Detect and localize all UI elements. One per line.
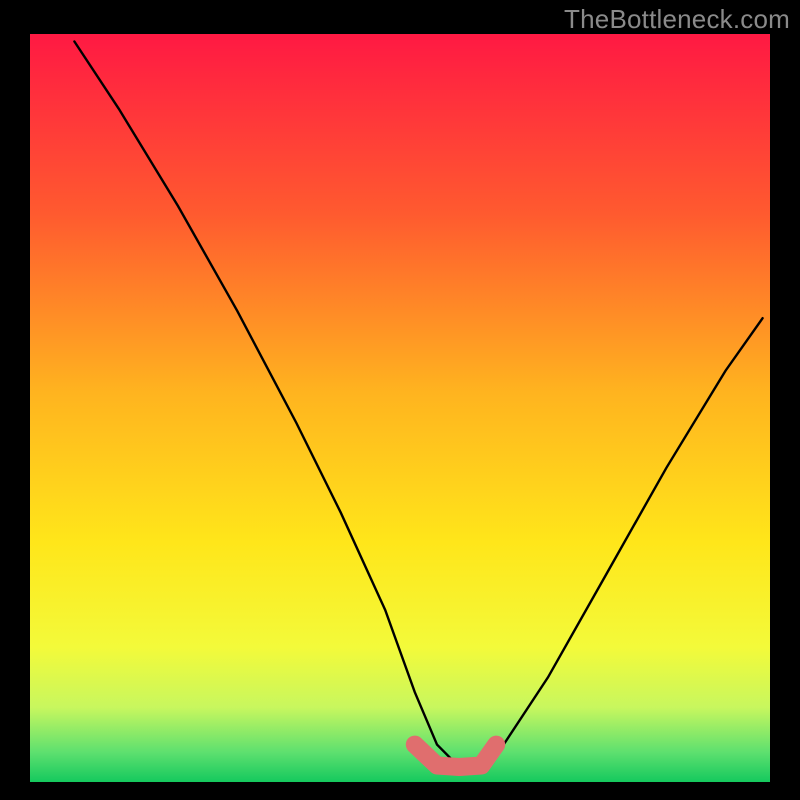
watermark-label: TheBottleneck.com [564, 4, 790, 35]
chart-container: TheBottleneck.com [0, 0, 800, 800]
chart-svg [0, 0, 800, 800]
